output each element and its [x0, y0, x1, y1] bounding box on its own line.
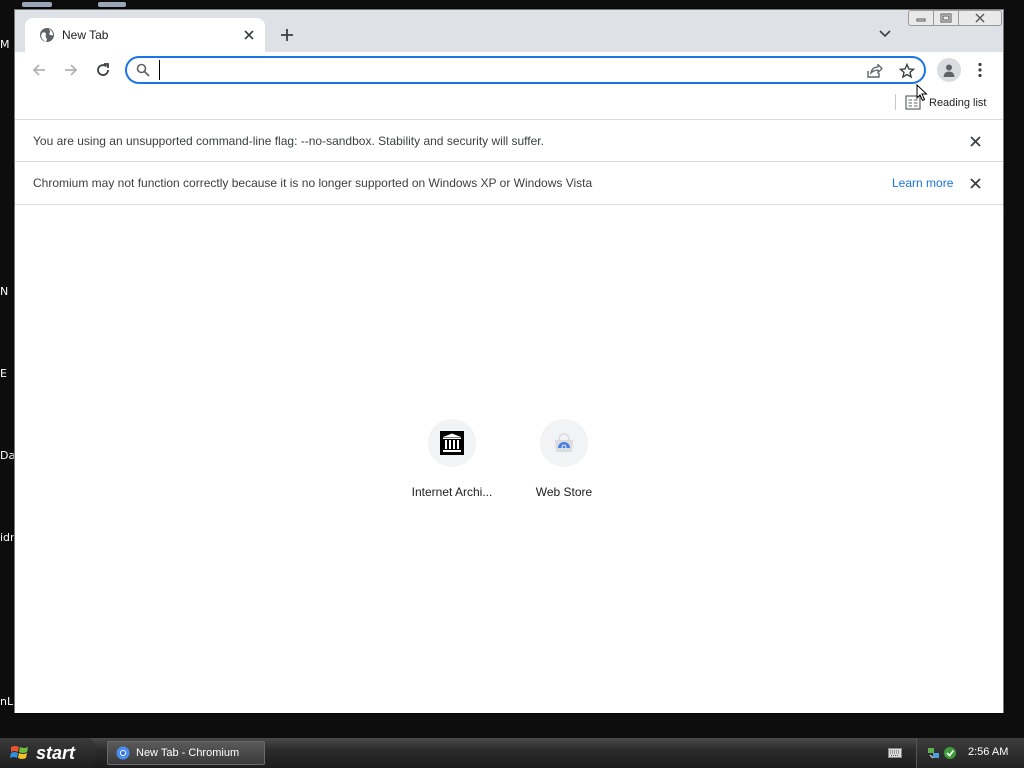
- address-bar-input[interactable]: [159, 60, 849, 80]
- toolbar: [15, 52, 1003, 88]
- tab-title: New Tab: [62, 28, 109, 42]
- omnibox[interactable]: [125, 56, 926, 84]
- shortcut-tile-web-store[interactable]: Web Store: [508, 410, 620, 500]
- plus-icon: [281, 29, 293, 41]
- bookmark-bar: Reading list: [15, 88, 1003, 120]
- archive-icon: [440, 431, 464, 455]
- share-button[interactable]: [865, 61, 885, 81]
- clock[interactable]: 2:56 AM: [968, 746, 1008, 758]
- new-tab-button[interactable]: [275, 23, 299, 47]
- maximize-icon: [940, 13, 952, 23]
- globe-icon: [40, 28, 54, 42]
- infobar-message: You are using an unsupported command-lin…: [33, 134, 544, 148]
- chromium-icon: [116, 746, 130, 760]
- tab-strip[interactable]: New Tab: [15, 10, 1003, 52]
- close-icon: [969, 177, 981, 189]
- more-vert-icon: [978, 62, 982, 78]
- arrow-left-icon: [32, 64, 45, 76]
- system-tray: 2:56 AM: [916, 738, 1024, 768]
- star-icon: [899, 63, 915, 79]
- maximize-button[interactable]: [933, 10, 959, 26]
- start-button[interactable]: start: [0, 738, 96, 768]
- keyboard-icon[interactable]: [888, 747, 902, 759]
- bookmark-star-button[interactable]: [897, 61, 917, 81]
- share-icon: [867, 64, 883, 78]
- forward-button[interactable]: [59, 58, 83, 82]
- network-icon[interactable]: [927, 746, 941, 760]
- minimize-button[interactable]: [908, 10, 934, 26]
- windows-logo-icon: [10, 746, 28, 759]
- infobar-close-button[interactable]: [967, 175, 983, 191]
- infobar-unsupported-os: Chromium may not function correctly beca…: [15, 162, 1003, 205]
- reload-icon: [97, 63, 109, 76]
- reload-button[interactable]: [91, 58, 115, 82]
- desktop-icon-label[interactable]: idr: [0, 531, 14, 544]
- tab-close-button[interactable]: [239, 25, 259, 45]
- infobar-close-button[interactable]: [967, 133, 983, 149]
- taskbar-item-label: New Tab - Chromium: [136, 747, 240, 759]
- close-icon: [975, 13, 985, 23]
- taskbar: start New Tab - Chromium 2:56 AM: [0, 738, 1024, 768]
- bookmark-separator: [895, 94, 896, 110]
- desktop-icon-label[interactable]: N: [0, 285, 14, 298]
- security-icon[interactable]: [943, 746, 957, 760]
- desktop-icon-label[interactable]: Da: [0, 449, 14, 462]
- close-icon: [969, 135, 981, 147]
- profile-button[interactable]: [937, 58, 961, 82]
- back-button[interactable]: [27, 58, 51, 82]
- shortcut-tile-internet-archive[interactable]: Internet Archi...: [396, 410, 508, 500]
- minimize-icon: [916, 18, 926, 22]
- learn-more-link[interactable]: Learn more: [892, 176, 953, 190]
- infobar-no-sandbox: You are using an unsupported command-lin…: [15, 120, 1003, 162]
- reading-list-label: Reading list: [929, 97, 987, 109]
- window-close-button[interactable]: [958, 10, 1002, 26]
- tile-icon-background: [428, 419, 476, 467]
- menu-button[interactable]: [970, 58, 990, 82]
- desktop-icon-label[interactable]: E: [0, 367, 14, 380]
- desktop-icon-label[interactable]: nL: [0, 695, 14, 708]
- desktop-top-icon: [22, 0, 126, 8]
- tile-icon-background: [540, 419, 588, 467]
- new-tab-page: Internet Archi... Web Store: [15, 205, 1003, 713]
- taskbar-item-chromium[interactable]: New Tab - Chromium: [107, 741, 265, 765]
- infobar-message: Chromium may not function correctly beca…: [33, 176, 593, 190]
- tab-new-tab[interactable]: New Tab: [25, 18, 265, 52]
- web-store-icon: [555, 433, 573, 452]
- search-icon: [136, 63, 150, 77]
- tab-search-button[interactable]: [875, 24, 895, 44]
- desktop-icon-label[interactable]: M: [0, 38, 14, 51]
- start-label: start: [36, 742, 76, 763]
- shortcut-label: Web Store: [535, 485, 593, 499]
- browser-window: New Tab Reading list You are using an un…: [14, 9, 1004, 713]
- shortcut-label: Internet Archi...: [411, 485, 493, 499]
- chevron-down-icon: [879, 30, 891, 38]
- mouse-cursor-icon: [916, 84, 928, 102]
- arrow-right-icon: [65, 64, 78, 76]
- close-icon: [244, 30, 254, 40]
- avatar-icon: [943, 64, 955, 77]
